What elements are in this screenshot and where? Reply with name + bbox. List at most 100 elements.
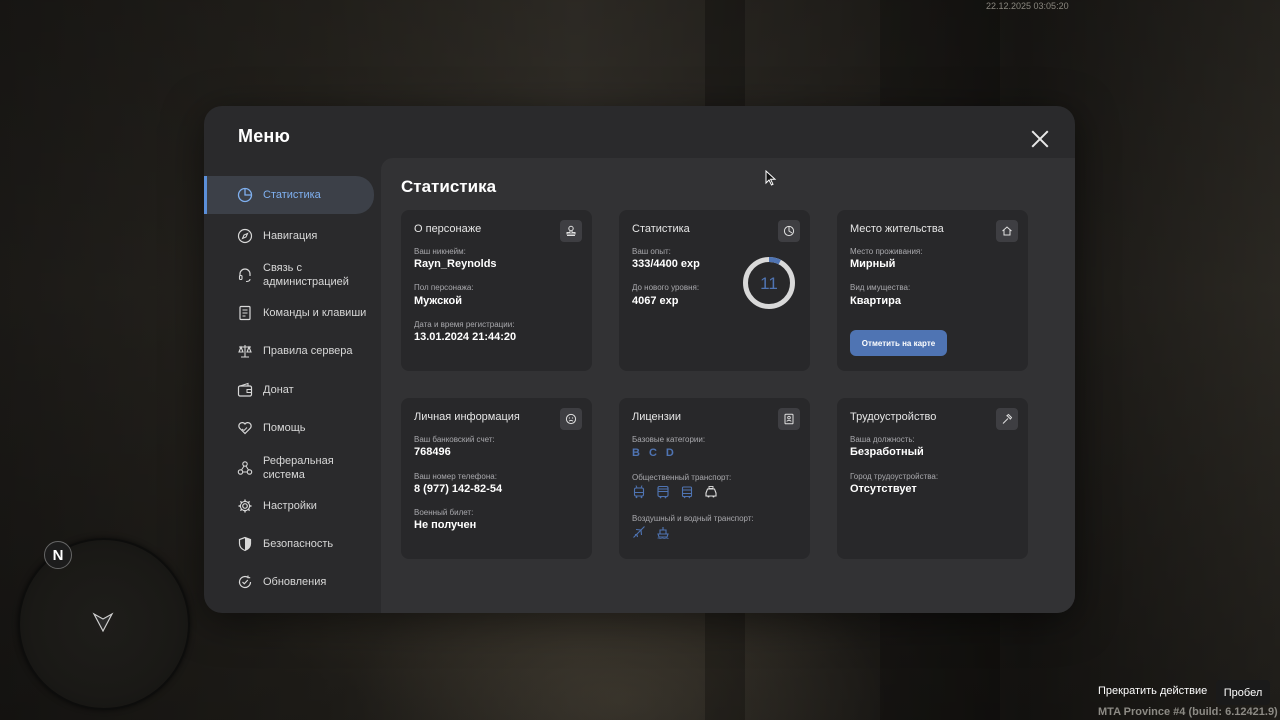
sidebar-item-security[interactable]: Безопасность xyxy=(204,532,374,556)
sidebar-item-label: Статистика xyxy=(263,189,321,201)
menu-title: Меню xyxy=(238,126,291,146)
sidebar-item-label: Донат xyxy=(263,384,294,396)
sidebar-item-label: Реферальная система xyxy=(263,455,334,481)
level-number: 11 xyxy=(760,274,778,293)
content-panel: Статистика О персонаже Ваш никнейм: Rayn… xyxy=(381,158,1075,613)
hammer-icon[interactable] xyxy=(996,408,1018,430)
gender-label: Пол персонажа: xyxy=(414,283,474,292)
card-character: О персонаже Ваш никнейм: Rayn_Reynolds П… xyxy=(401,210,592,371)
card-title: Трудоустройство xyxy=(850,411,937,423)
next-level-value: 4067 exp xyxy=(632,295,679,307)
sidebar-item-commands[interactable]: Команды и клавиши xyxy=(204,301,374,325)
mouse-cursor-icon xyxy=(765,170,777,186)
property-type-value: Квартира xyxy=(850,295,902,307)
nickname-label: Ваш никнейм: xyxy=(414,247,466,256)
employment-city-value: Отсутствует xyxy=(850,483,917,495)
bank-account-value: 768496 xyxy=(414,446,451,458)
sidebar-item-stats[interactable]: Статистика xyxy=(204,176,374,214)
sidebar-item-label: Обновления xyxy=(263,576,327,588)
action-key-badge: Пробел xyxy=(1216,680,1270,705)
bus-icon xyxy=(656,485,670,499)
phone-label: Ваш номер телефона: xyxy=(414,472,497,481)
close-icon[interactable] xyxy=(1030,129,1050,149)
sidebar-item-updates[interactable]: Обновления xyxy=(204,570,374,594)
compass-icon xyxy=(237,228,253,244)
position-label: Ваша должность: xyxy=(850,435,915,444)
air-water-transport-label: Воздушный и водный транспорт: xyxy=(632,514,754,523)
gear-icon xyxy=(237,498,253,514)
bank-account-label: Ваш банковский счет: xyxy=(414,435,495,444)
action-hint-text: Прекратить действие xyxy=(1098,685,1208,697)
card-residence: Место жительства Место проживания: Мирны… xyxy=(837,210,1028,371)
registration-value: 13.01.2024 21:44:20 xyxy=(414,331,517,343)
card-stats: Статистика Ваш опыт: 333/4400 exp До нов… xyxy=(619,210,810,371)
menu-window: Меню Статистика Навигация Связь с админи… xyxy=(204,106,1075,613)
air-water-transport-icons xyxy=(632,525,670,539)
stamp-icon[interactable] xyxy=(560,220,582,242)
card-licenses: Лицензии Базовые категории: B C D Общест… xyxy=(619,398,810,559)
sidebar-item-navigation[interactable]: Навигация xyxy=(204,224,374,248)
sidebar-item-referral[interactable]: Реферальная система xyxy=(204,453,374,483)
player-arrow-icon xyxy=(92,612,114,633)
base-categories-label: Базовые категории: xyxy=(632,435,706,444)
mark-on-map-button[interactable]: Отметить на карте xyxy=(850,330,947,356)
registration-label: Дата и время регистрации: xyxy=(414,320,515,329)
nickname-value: Rayn_Reynolds xyxy=(414,258,497,270)
card-title: Лицензии xyxy=(632,411,682,423)
card-title: Статистика xyxy=(632,223,690,235)
card-title: Личная информация xyxy=(414,411,520,423)
tram-icon xyxy=(680,485,694,499)
card-personal-info: Личная информация Ваш банковский счет: 7… xyxy=(401,398,592,559)
property-type-label: Вид имущества: xyxy=(850,283,911,292)
chart-clock-icon[interactable] xyxy=(778,220,800,242)
card-title: Место жительства xyxy=(850,223,944,235)
sidebar-item-label: Навигация xyxy=(263,230,318,242)
sidebar-item-rules[interactable]: Правила сервера xyxy=(204,339,374,363)
next-level-label: До нового уровня: xyxy=(632,283,700,292)
position-value: Безработный xyxy=(850,446,924,458)
public-transport-icons xyxy=(632,485,718,499)
license-category: B xyxy=(632,447,640,459)
sidebar-item-label: Команды и клавиши xyxy=(263,307,367,319)
base-categories: B C D xyxy=(632,447,674,459)
card-title: О персонаже xyxy=(414,223,482,235)
sidebar-item-label: Связь с администрацией xyxy=(263,262,349,288)
residence-place-value: Мирный xyxy=(850,258,896,270)
exp-value: 333/4400 exp xyxy=(632,258,700,270)
license-category: C xyxy=(648,447,657,459)
home-icon[interactable] xyxy=(996,220,1018,242)
trolleybus-icon xyxy=(632,485,646,499)
sidebar-item-donate[interactable]: Донат xyxy=(204,378,374,402)
military-id-value: Не получен xyxy=(414,519,477,531)
sidebar-item-label: Помощь xyxy=(263,422,306,434)
sidebar-item-help[interactable]: Помощь xyxy=(204,416,374,440)
sidebar-item-contact-admin[interactable]: Связь с администрацией xyxy=(204,260,374,290)
compass-north-icon: N xyxy=(44,541,72,569)
license-category: D xyxy=(665,447,674,459)
refresh-check-icon xyxy=(237,574,253,590)
sidebar-item-label: Безопасность xyxy=(263,538,334,550)
phone-value: 8 (977) 142-82-54 xyxy=(414,483,503,495)
sidebar-item-settings[interactable]: Настройки xyxy=(204,494,374,518)
scales-icon xyxy=(237,343,253,359)
airplane-icon xyxy=(632,525,646,539)
sidebar-item-label: Настройки xyxy=(263,500,317,512)
public-transport-label: Общественный транспорт: xyxy=(632,473,732,482)
gender-value: Мужской xyxy=(414,295,463,307)
heart-hands-icon xyxy=(237,420,253,436)
taxi-icon xyxy=(704,485,718,499)
residence-place-label: Место проживания: xyxy=(850,247,923,256)
document-icon xyxy=(237,305,253,321)
face-icon[interactable] xyxy=(560,408,582,430)
boat-icon xyxy=(656,525,670,539)
stats-icon xyxy=(237,187,253,203)
level-progress-ring: 11 xyxy=(743,257,795,309)
id-card-icon[interactable] xyxy=(778,408,800,430)
network-icon xyxy=(237,460,253,476)
build-info: MTA Province #4 (build: 6.12421.9) xyxy=(1098,706,1278,718)
employment-city-label: Город трудоустройства: xyxy=(850,472,939,481)
headset-icon xyxy=(237,267,253,283)
card-employment: Трудоустройство Ваша должность: Безработ… xyxy=(837,398,1028,559)
shield-icon xyxy=(237,536,253,552)
exp-label: Ваш опыт: xyxy=(632,247,671,256)
